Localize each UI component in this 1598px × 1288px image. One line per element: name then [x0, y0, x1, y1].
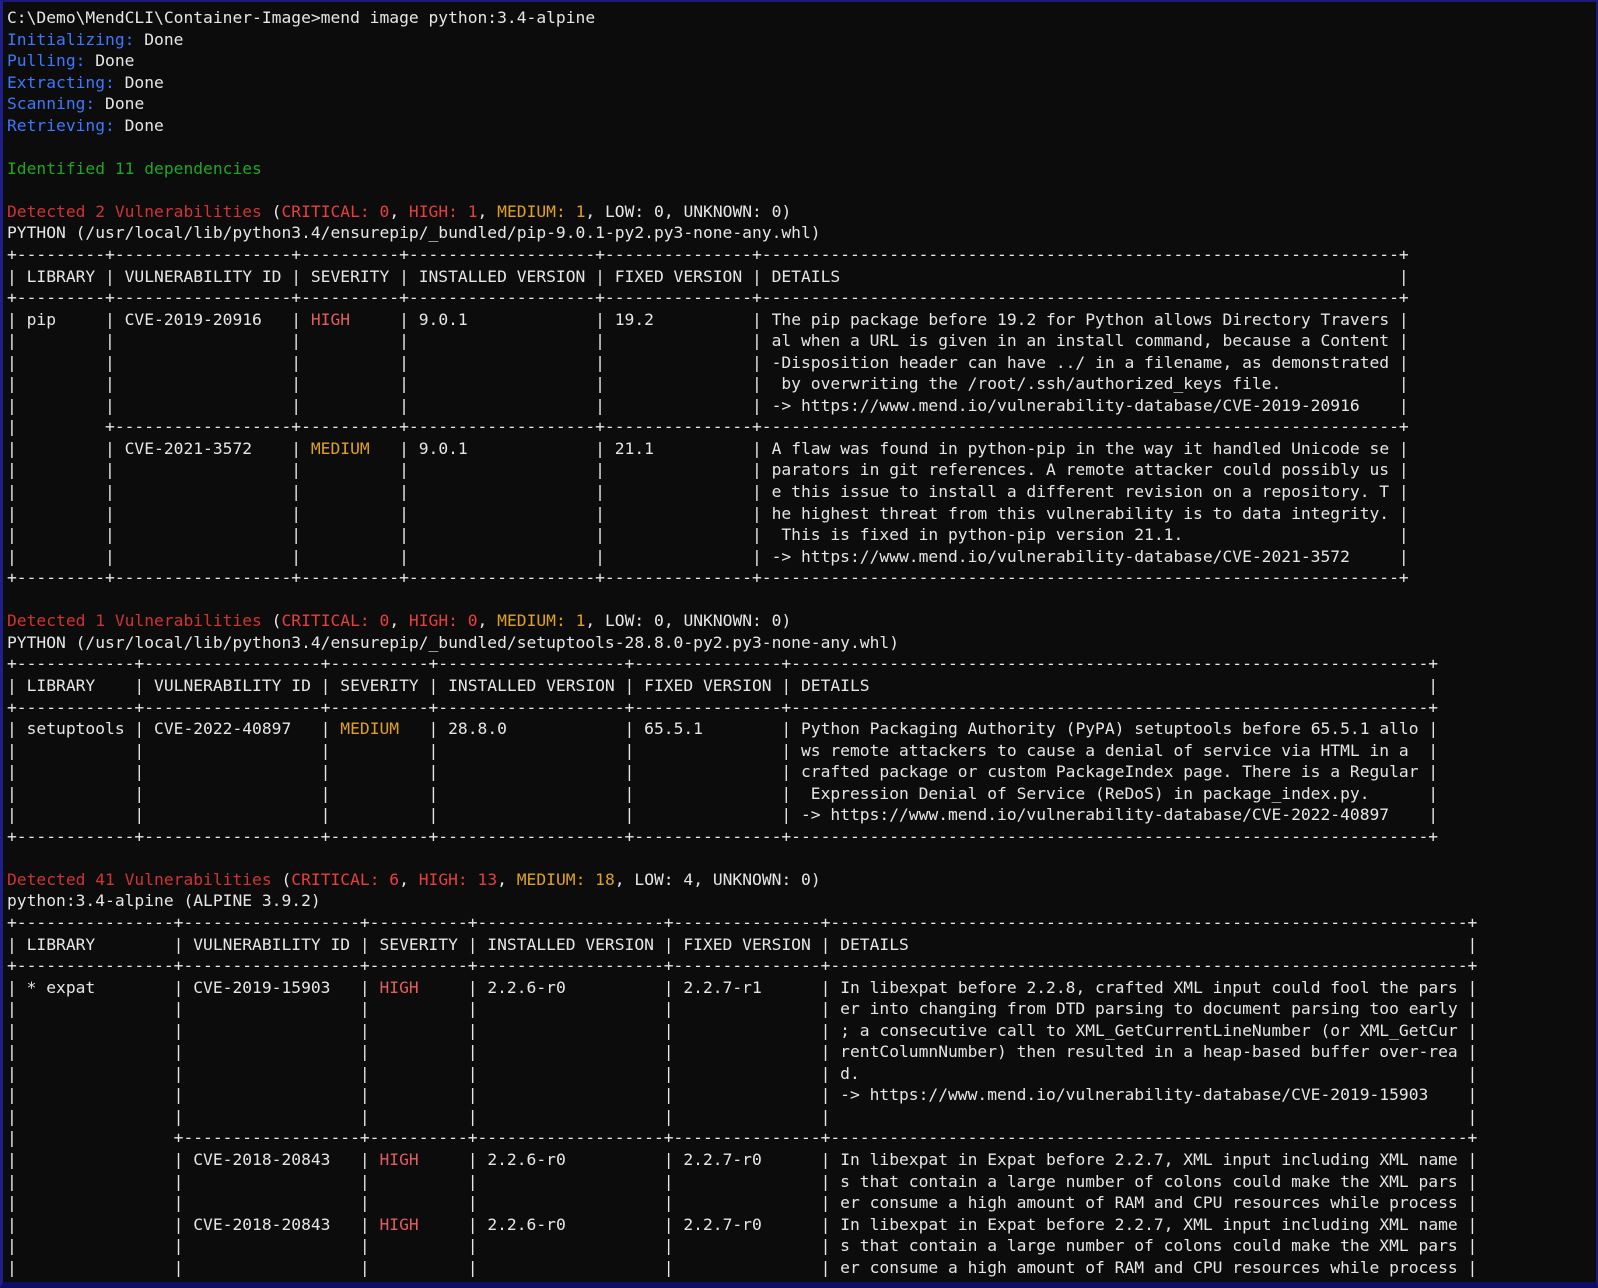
- terminal-line: +------------+------------------+-------…: [7, 826, 1596, 848]
- terminal-line: +----------------+------------------+---…: [7, 912, 1596, 934]
- terminal-line: [7, 136, 1596, 158]
- terminal-line: +---------+------------------+----------…: [7, 567, 1596, 589]
- terminal-line: PYTHON (/usr/local/lib/python3.4/ensurep…: [7, 632, 1596, 654]
- terminal-line: Extracting: Done: [7, 72, 1596, 94]
- terminal-line: | | | | | | Expression Denial of Service…: [7, 783, 1596, 805]
- terminal-line: | setuptools | CVE-2022-40897 | MEDIUM |…: [7, 718, 1596, 740]
- terminal-line: | LIBRARY | VULNERABILITY ID | SEVERITY …: [7, 266, 1596, 288]
- terminal-line: | | | | | | er into changing from DTD pa…: [7, 998, 1596, 1020]
- terminal-line: Initializing: Done: [7, 29, 1596, 51]
- terminal-line: | | | | | | |: [7, 1106, 1596, 1128]
- terminal-line: | | | | | | parators in git references. …: [7, 459, 1596, 481]
- terminal-line: python:3.4-alpine (ALPINE 3.9.2): [7, 890, 1596, 912]
- terminal-line: | | | | | | -> https://www.mend.io/vulne…: [7, 804, 1596, 826]
- terminal-line: | +------------------+----------+-------…: [7, 416, 1596, 438]
- terminal-line: | pip | CVE-2019-20916 | HIGH | 9.0.1 | …: [7, 309, 1596, 331]
- terminal-line: | | | | | | s that contain a large numbe…: [7, 1171, 1596, 1193]
- terminal-line: | | | | | | rentColumnNumber) then resul…: [7, 1041, 1596, 1063]
- terminal-line: | | | | | | -> https://www.mend.io/vulne…: [7, 1084, 1596, 1106]
- terminal-line: +------------+------------------+-------…: [7, 653, 1596, 675]
- terminal-line: | | | | | | -> https://www.mend.io/vulne…: [7, 395, 1596, 417]
- terminal-line: [7, 179, 1596, 201]
- terminal-line: | | | | | | s that contain a large numbe…: [7, 1235, 1596, 1257]
- terminal-line: | | | | | | -> https://www.mend.io/vulne…: [7, 546, 1596, 568]
- terminal-line: | | | | | | al when a URL is given in an…: [7, 330, 1596, 352]
- terminal-line: | LIBRARY | VULNERABILITY ID | SEVERITY …: [7, 675, 1596, 697]
- terminal-line: | | CVE-2018-20843 | HIGH | 2.2.6-r0 | 2…: [7, 1214, 1596, 1236]
- terminal-line: | +------------------+----------+-------…: [7, 1127, 1596, 1149]
- terminal-line: | | CVE-2021-3572 | MEDIUM | 9.0.1 | 21.…: [7, 438, 1596, 460]
- terminal-line: | * expat | CVE-2019-15903 | HIGH | 2.2.…: [7, 977, 1596, 999]
- terminal-line: [7, 847, 1596, 869]
- terminal-line: C:\Demo\MendCLI\Container-Image>mend ima…: [7, 7, 1596, 29]
- terminal-line: Identified 11 dependencies: [7, 158, 1596, 180]
- terminal-line: +---------+------------------+----------…: [7, 244, 1596, 266]
- terminal-line: Scanning: Done: [7, 93, 1596, 115]
- terminal-line: PYTHON (/usr/local/lib/python3.4/ensurep…: [7, 222, 1596, 244]
- terminal-line: Pulling: Done: [7, 50, 1596, 72]
- terminal-line: | | | | | | er consume a high amount of …: [7, 1257, 1596, 1279]
- terminal-window: { "palette": { "bg": "#0c0c0c", "fg": "#…: [0, 0, 1598, 1288]
- terminal-line: | | | | | | er consume a high amount of …: [7, 1192, 1596, 1214]
- terminal-line: | LIBRARY | VULNERABILITY ID | SEVERITY …: [7, 934, 1596, 956]
- terminal-line: +---------+------------------+----------…: [7, 287, 1596, 309]
- terminal-line: | | | | | | he highest threat from this …: [7, 503, 1596, 525]
- terminal-line: Detected 41 Vulnerabilities (CRITICAL: 6…: [7, 869, 1596, 891]
- terminal-line: +------------+------------------+-------…: [7, 697, 1596, 719]
- terminal-line: | | | | | | ws remote attackers to cause…: [7, 740, 1596, 762]
- terminal-line: | | | | | | ; a consecutive call to XML_…: [7, 1020, 1596, 1042]
- terminal-line: | | | | | | by overwriting the /root/.ss…: [7, 373, 1596, 395]
- terminal-output: C:\Demo\MendCLI\Container-Image>mend ima…: [3, 2, 1596, 1278]
- terminal-line: Retrieving: Done: [7, 115, 1596, 137]
- terminal-line: | | | | | | e this issue to install a di…: [7, 481, 1596, 503]
- terminal-line: | | | | | | d. |: [7, 1063, 1596, 1085]
- terminal-line: Detected 1 Vulnerabilities (CRITICAL: 0,…: [7, 610, 1596, 632]
- terminal-line: | | CVE-2018-20843 | HIGH | 2.2.6-r0 | 2…: [7, 1149, 1596, 1171]
- terminal-line: | | | | | | crafted package or custom Pa…: [7, 761, 1596, 783]
- terminal-line: | | | | | | -Disposition header can have…: [7, 352, 1596, 374]
- terminal-line: | | | | | | This is fixed in python-pip …: [7, 524, 1596, 546]
- terminal-line: [7, 589, 1596, 611]
- terminal-line: Detected 2 Vulnerabilities (CRITICAL: 0,…: [7, 201, 1596, 223]
- terminal-line: +----------------+------------------+---…: [7, 955, 1596, 977]
